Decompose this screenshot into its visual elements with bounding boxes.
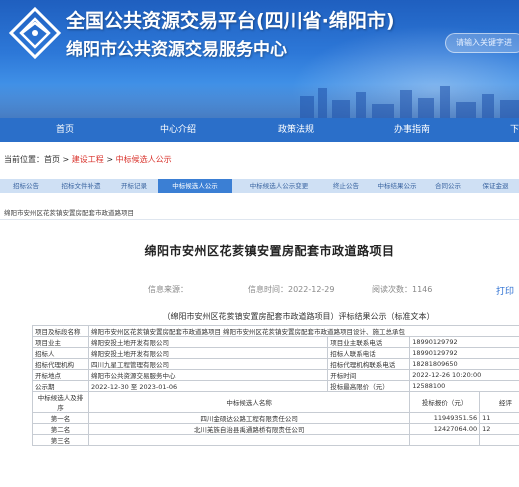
table-cell-value: 绵阳安投土地开发有限公司	[87, 347, 329, 359]
table-cell-key: 招标代理机构	[32, 358, 89, 370]
table-row: 公示期 2022-12-30 至 2023-01-06 投标最高限价（元） 12…	[32, 380, 519, 392]
table-cell-value: 四川九星工程管理有限公司	[87, 358, 329, 370]
nav-item-about[interactable]: 中心介绍	[160, 118, 196, 142]
candidate-name	[87, 434, 411, 446]
table-cell-key: 项目业主	[32, 336, 89, 348]
breadcrumb: 当前位置：首页 > 建设工程 > 中标候选人公示	[4, 154, 172, 165]
table-cell-value: 18281809650	[409, 358, 519, 370]
tab-opening-record[interactable]: 开标记录	[114, 179, 154, 193]
breadcrumb-prefix: 当前位置：	[4, 155, 44, 164]
table-row: 开标地点 绵阳市公共资源交易服务中心 开标时间 2022-12-26 10:20…	[32, 369, 519, 381]
nav-item-more[interactable]: 下	[510, 118, 519, 142]
table-row: 项目业主 绵阳安投土地开发有限公司 项目业主联系电话 18990129792	[32, 336, 519, 348]
table-header-row: 中标候选人及排序 中标候选人名称 投标报价（元） 经评	[32, 391, 519, 413]
article-title: 绵阳市安州区花荄镇安置房配套市政道路项目	[144, 244, 395, 258]
print-link[interactable]: 打印	[496, 284, 514, 297]
breadcrumb-section-link[interactable]: 建设工程	[72, 155, 104, 164]
breadcrumb-separator: >	[60, 155, 72, 164]
table-cell-value: 2022-12-30 至 2023-01-06	[87, 380, 329, 392]
tab-tender-addendum[interactable]: 招标文件补遗	[52, 179, 110, 193]
table-header-extra: 经评	[479, 391, 519, 413]
candidate-price: 12427064.00	[409, 423, 481, 435]
article-date: 信息时间：2022-12-29	[248, 285, 335, 294]
result-table: 项目及标段名称 绵阳市安州区花荄镇安置房配套市政道路项目 绵阳市安州区花荄镇安置…	[32, 325, 519, 446]
notice-heading: （绵阳市安州区花荄镇安置房配套市政道路项目）评标结果公示（标准文本）	[162, 312, 435, 321]
candidate-price: 11949351.56	[409, 412, 481, 424]
candidate-rank: 第一名	[32, 412, 89, 424]
table-cell-value: 2022-12-26 10:20:00	[409, 369, 519, 381]
candidate-extra: 11	[479, 412, 519, 424]
tab-candidate-change[interactable]: 中标候选人公示变更	[236, 179, 322, 193]
table-cell-key: 招标人联系电话	[327, 347, 411, 359]
tab-deposit-refund[interactable]: 保证金退	[472, 179, 519, 193]
banner-skyline	[0, 84, 519, 118]
tab-award-result[interactable]: 中标结果公示	[370, 179, 424, 193]
search-input[interactable]: 请输入关键字进	[445, 33, 519, 53]
nav-item-policy[interactable]: 政策法规	[278, 118, 314, 142]
table-row: 第一名 四川金硕达公路工程有限责任公司 11949351.56 11	[32, 412, 519, 424]
table-cell-value: 绵阳安投土地开发有限公司	[87, 336, 329, 348]
candidate-rank: 第三名	[32, 434, 89, 446]
table-cell-value: 绵阳市安州区花荄镇安置房配套市政道路项目 绵阳市安州区花荄镇安置房配套市政道路项…	[87, 325, 519, 337]
breadcrumb-separator: >	[103, 155, 116, 164]
table-cell-key: 招标代理机构联系电话	[327, 358, 411, 370]
article-source: 信息来源：	[148, 285, 188, 294]
main-nav: 首页 中心介绍 政策法规 办事指南 下	[0, 118, 519, 142]
candidate-name: 四川金硕达公路工程有限责任公司	[87, 412, 411, 424]
table-row: 项目及标段名称 绵阳市安州区花荄镇安置房配套市政道路项目 绵阳市安州区花荄镇安置…	[32, 325, 519, 337]
table-cell-key: 投标最高限价（元）	[327, 380, 411, 392]
table-cell-value: 18990129792	[409, 336, 519, 348]
table-cell-value: 18990129792	[409, 347, 519, 359]
divider	[0, 219, 519, 220]
table-row: 招标代理机构 四川九星工程管理有限公司 招标代理机构联系电话 182818096…	[32, 358, 519, 370]
project-subheading: 绵阳市安州区花荄镇安置房配套市政道路项目	[4, 209, 134, 217]
category-tabs: 招标公告 招标文件补遗 开标记录 中标候选人公示 中标候选人公示变更 终止公告 …	[0, 179, 519, 193]
header-banner: 全国公共资源交易平台(四川省·绵阳市) 绵阳市公共资源交易服务中心 请输入关键字…	[0, 0, 519, 118]
breadcrumb-current: 中标候选人公示	[115, 155, 172, 164]
table-cell-value: 绵阳市公共资源交易服务中心	[87, 369, 329, 381]
table-row: 招标人 绵阳安投土地开发有限公司 招标人联系电话 18990129792	[32, 347, 519, 359]
table-cell-key: 公示期	[32, 380, 89, 392]
site-subtitle: 绵阳市公共资源交易服务中心	[66, 40, 287, 60]
tab-candidate-notice[interactable]: 中标候选人公示	[158, 179, 232, 193]
table-header-name: 中标候选人名称	[87, 391, 411, 413]
site-title: 全国公共资源交易平台(四川省·绵阳市)	[66, 10, 395, 32]
nav-item-guide[interactable]: 办事指南	[394, 118, 430, 142]
breadcrumb-home-link[interactable]: 首页	[44, 155, 60, 164]
article-views: 阅读次数：1146	[372, 285, 433, 294]
table-cell-key: 开标时间	[327, 369, 411, 381]
nav-item-home[interactable]: 首页	[56, 118, 74, 142]
table-cell-key: 项目业主联系电话	[327, 336, 411, 348]
table-cell-key: 项目及标段名称	[32, 325, 89, 337]
table-header-rank: 中标候选人及排序	[32, 391, 89, 413]
candidate-extra	[479, 434, 519, 446]
candidate-price	[409, 434, 481, 446]
table-cell-value: 12588100	[409, 380, 519, 392]
table-cell-key: 招标人	[32, 347, 89, 359]
tab-tender-notice[interactable]: 招标公告	[4, 179, 48, 193]
table-row: 第三名	[32, 434, 519, 446]
candidate-name: 北川羌族自治县禹通路桥有限责任公司	[87, 423, 411, 435]
table-header-price: 投标报价（元）	[409, 391, 481, 413]
platform-logo-icon[interactable]	[8, 6, 62, 60]
candidate-extra: 12	[479, 423, 519, 435]
tab-termination[interactable]: 终止公告	[326, 179, 366, 193]
tab-contract[interactable]: 合同公示	[428, 179, 468, 193]
candidate-rank: 第二名	[32, 423, 89, 435]
table-row: 第二名 北川羌族自治县禹通路桥有限责任公司 12427064.00 12	[32, 423, 519, 435]
table-cell-key: 开标地点	[32, 369, 89, 381]
